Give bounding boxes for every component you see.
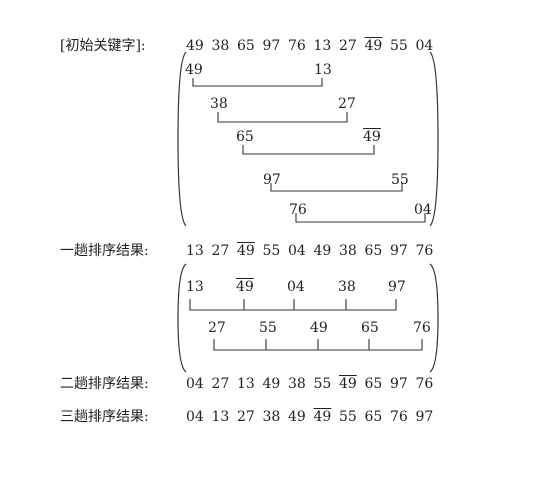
- bracket-65-49: [242, 145, 375, 155]
- bracket-97-55: [270, 183, 403, 192]
- bracket-76-04: [295, 213, 426, 223]
- bracket-49-13: [192, 78, 323, 87]
- group-brackets: [189, 78, 426, 351]
- bracket-group-a: [189, 299, 397, 311]
- bracket-group-b: [213, 339, 423, 351]
- bracket-38-27: [217, 112, 348, 123]
